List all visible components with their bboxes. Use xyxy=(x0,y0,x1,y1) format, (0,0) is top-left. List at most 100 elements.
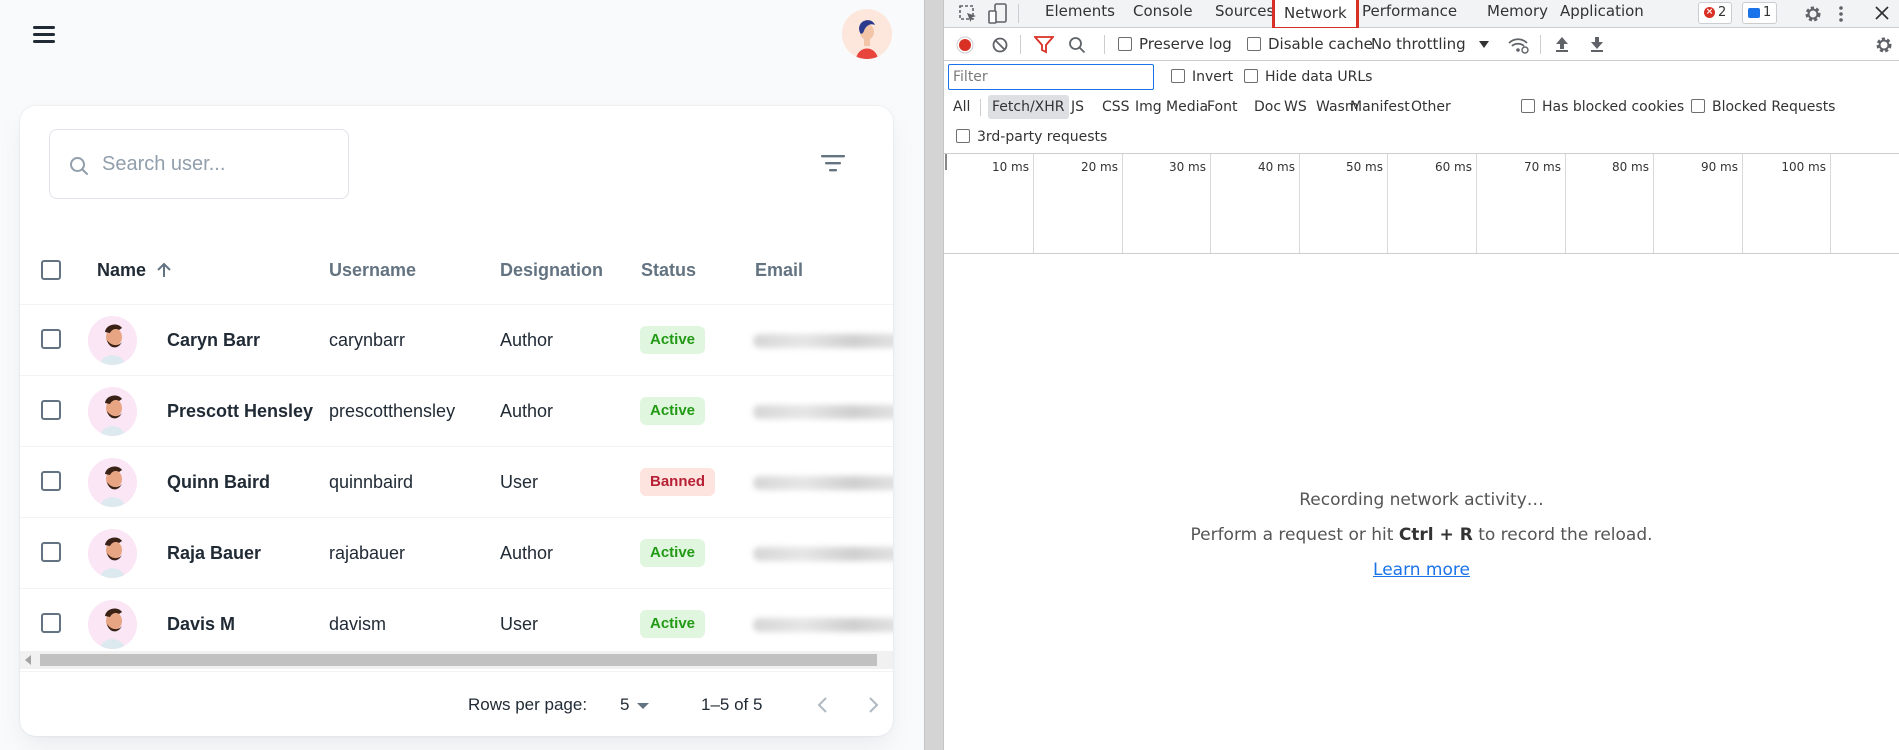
tab-application[interactable]: Application xyxy=(1560,0,1644,28)
preserve-log-checkbox[interactable] xyxy=(1118,37,1132,51)
third-party-requests-checkbox[interactable] xyxy=(956,129,970,143)
table-row[interactable]: Quinn Baird quinnbaird User Banned xyxy=(20,447,893,518)
next-page-chevron-icon[interactable] xyxy=(860,692,886,718)
rows-per-page-label: Rows per page: xyxy=(468,695,588,714)
search-user-input[interactable] xyxy=(102,148,332,180)
user-email-blurred xyxy=(753,476,893,490)
messages-counter[interactable]: 1 xyxy=(1742,2,1778,24)
hide-data-urls-checkbox[interactable] xyxy=(1244,69,1258,83)
filter-list-icon[interactable] xyxy=(820,152,846,174)
type-filter-media[interactable]: Media xyxy=(1166,95,1208,119)
tab-performance[interactable]: Performance xyxy=(1362,0,1457,28)
hamburger-menu-icon[interactable] xyxy=(30,22,60,46)
blocked-requests-label: Blocked Requests xyxy=(1712,99,1836,115)
screen: Name Username Designation Status Email C… xyxy=(0,0,1899,750)
column-header-status[interactable]: Status xyxy=(641,236,696,305)
throttling-select[interactable]: No throttling xyxy=(1371,28,1466,61)
invert-checkbox[interactable] xyxy=(1171,69,1185,83)
errors-counter[interactable]: × 2 xyxy=(1698,2,1733,24)
caret-down-icon xyxy=(637,702,650,709)
timeline-tick-label: 20 ms xyxy=(1080,160,1118,174)
column-header-name[interactable]: Name xyxy=(97,236,173,305)
user-email-blurred xyxy=(753,334,893,348)
pagination-range: 1–5 of 5 xyxy=(701,695,763,714)
has-blocked-cookies-checkbox[interactable] xyxy=(1521,99,1535,113)
more-options-icon[interactable] xyxy=(1837,4,1845,24)
status-badge: Active xyxy=(640,610,706,638)
type-filter-other[interactable]: Other xyxy=(1411,95,1451,119)
timeline-tick-label: 50 ms xyxy=(1345,160,1383,174)
timeline-tick-label: 10 ms xyxy=(991,160,1029,174)
filter-input[interactable] xyxy=(948,64,1154,90)
table-row[interactable]: Davis M davism User Active xyxy=(20,589,893,660)
tab-elements[interactable]: Elements xyxy=(1045,0,1115,28)
tab-memory[interactable]: Memory xyxy=(1487,0,1548,28)
type-filter-all[interactable]: All xyxy=(953,95,970,119)
timeline-gridline xyxy=(1476,154,1477,253)
scroll-left-arrow-icon[interactable] xyxy=(25,655,31,665)
search-user-field[interactable] xyxy=(49,129,349,199)
type-filter-img[interactable]: Img xyxy=(1135,95,1162,119)
users-card: Name Username Designation Status Email C… xyxy=(20,106,893,736)
disable-cache-checkbox[interactable] xyxy=(1247,37,1261,51)
column-header-username[interactable]: Username xyxy=(329,236,416,305)
row-checkbox[interactable] xyxy=(41,329,61,349)
record-icon[interactable] xyxy=(956,36,974,54)
type-filter-fetch-xhr[interactable]: Fetch/XHR xyxy=(988,95,1069,119)
devtools-splitter[interactable] xyxy=(924,0,944,750)
row-checkbox[interactable] xyxy=(41,613,61,633)
export-har-download-icon[interactable] xyxy=(1589,35,1605,53)
row-checkbox[interactable] xyxy=(41,400,61,420)
close-devtools-icon[interactable] xyxy=(1874,5,1890,21)
tab-sources[interactable]: Sources xyxy=(1215,0,1274,28)
table-row[interactable]: Prescott Hensley prescotthensley Author Act… xyxy=(20,376,893,447)
user-email-blurred xyxy=(753,618,893,632)
user-designation: Author xyxy=(500,401,554,421)
type-filter-css[interactable]: CSS xyxy=(1102,95,1130,119)
clear-icon[interactable] xyxy=(991,36,1009,54)
type-filter-font[interactable]: Font xyxy=(1207,95,1237,119)
tab-console[interactable]: Console xyxy=(1133,0,1193,28)
timeline-tick-label: 80 ms xyxy=(1611,160,1649,174)
type-filter-ws[interactable]: WS xyxy=(1284,95,1307,119)
status-badge: Active xyxy=(640,326,706,354)
invert-label: Invert xyxy=(1192,69,1234,85)
rows-per-page-select[interactable]: 5 xyxy=(620,672,650,736)
account-avatar[interactable] xyxy=(842,9,892,59)
select-all-checkbox[interactable] xyxy=(41,260,61,280)
disable-cache-label: Disable cache xyxy=(1268,35,1373,53)
device-toolbar-icon[interactable] xyxy=(988,3,1008,25)
search-icon[interactable] xyxy=(1068,36,1086,54)
type-filter-manifest[interactable]: Manifest xyxy=(1350,95,1410,119)
type-filter-js[interactable]: JS xyxy=(1071,95,1084,119)
throttling-dropdown-arrow-icon[interactable] xyxy=(1479,41,1489,49)
sort-ascending-icon xyxy=(157,262,171,277)
reload-hint-prefix: Perform a request or hit xyxy=(1190,525,1399,545)
settings-gear-icon[interactable] xyxy=(1803,4,1823,24)
type-filter-doc[interactable]: Doc xyxy=(1254,95,1281,119)
table-row[interactable]: Raja Bauer rajabauer Author Active xyxy=(20,518,893,589)
horizontal-scrollbar[interactable] xyxy=(20,651,893,669)
reload-hint: Perform a request or hit Ctrl + R to rec… xyxy=(944,525,1899,545)
hide-data-urls-label: Hide data URLs xyxy=(1265,69,1373,85)
network-conditions-wifi-icon[interactable] xyxy=(1507,36,1529,54)
user-avatar xyxy=(88,600,137,649)
inspect-element-icon[interactable] xyxy=(958,4,978,24)
user-designation: Author xyxy=(500,543,554,563)
row-checkbox[interactable] xyxy=(41,542,61,562)
scrollbar-thumb[interactable] xyxy=(40,654,877,666)
column-header-email[interactable]: Email xyxy=(755,236,803,305)
import-har-upload-icon[interactable] xyxy=(1554,35,1570,53)
blocked-requests-checkbox[interactable] xyxy=(1691,99,1705,113)
filter-funnel-icon[interactable] xyxy=(1034,36,1054,54)
learn-more-link[interactable]: Learn more xyxy=(1373,560,1470,580)
column-header-designation[interactable]: Designation xyxy=(500,236,603,305)
user-username: rajabauer xyxy=(329,543,406,563)
table-row[interactable]: Caryn Barr carynbarr Author Active xyxy=(20,305,893,376)
previous-page-chevron-icon[interactable] xyxy=(810,692,836,718)
network-overview-timeline[interactable]: 10 ms 20 ms 30 ms 40 ms 50 ms 60 ms 70 ms 80 ms… xyxy=(944,154,1899,254)
row-checkbox[interactable] xyxy=(41,471,61,491)
tab-network[interactable]: Network xyxy=(1272,0,1359,30)
status-badge: Active xyxy=(640,397,706,425)
network-settings-gear-icon[interactable] xyxy=(1874,35,1894,55)
